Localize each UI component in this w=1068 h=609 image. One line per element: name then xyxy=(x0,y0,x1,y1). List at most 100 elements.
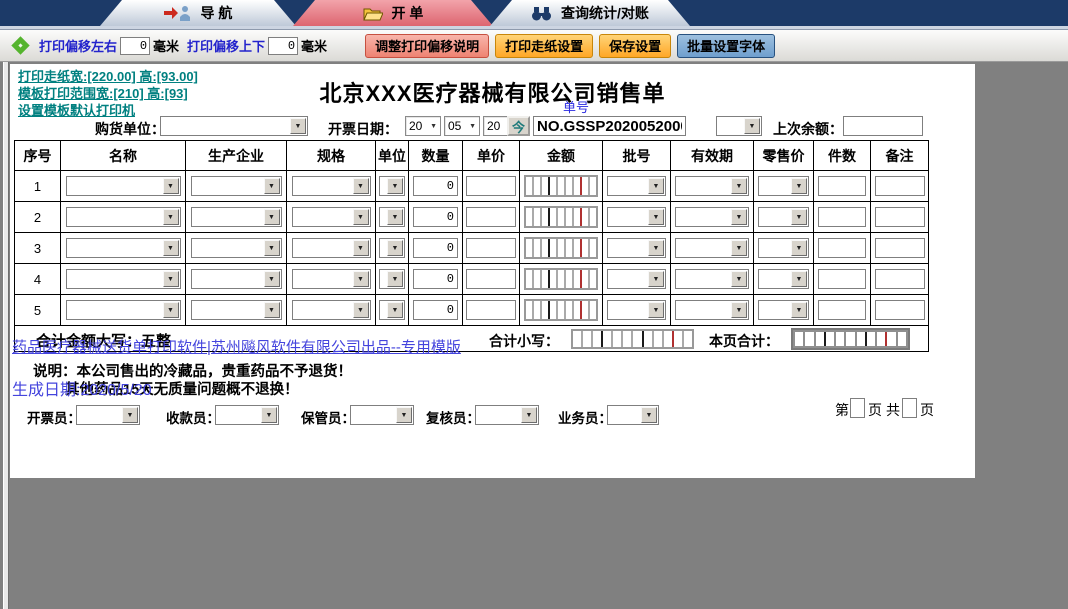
invoicer-combobox[interactable]: ▼ xyxy=(76,405,140,425)
qty-input[interactable] xyxy=(413,238,458,258)
paper-feed-settings-button[interactable]: 打印走纸设置 xyxy=(495,34,593,58)
expiry-combobox[interactable]: ▼ xyxy=(675,269,749,289)
header-combobox[interactable]: ▼ xyxy=(716,116,762,136)
unit-combobox[interactable]: ▼ xyxy=(379,238,405,258)
offset-tb-input[interactable] xyxy=(268,37,298,55)
name-combobox[interactable]: ▼ xyxy=(66,269,181,289)
retail-price-combobox[interactable]: ▼ xyxy=(758,176,809,196)
name-combobox[interactable]: ▼ xyxy=(66,207,181,227)
manufacturer-combobox[interactable]: ▼ xyxy=(191,238,282,258)
manufacturer-combobox[interactable]: ▼ xyxy=(191,300,282,320)
chevron-down-icon: ▼ xyxy=(387,240,403,256)
chevron-down-icon: ▼ xyxy=(264,209,280,225)
reviewer-combobox[interactable]: ▼ xyxy=(475,405,539,425)
spec-combobox[interactable]: ▼ xyxy=(292,176,371,196)
remark-input[interactable] xyxy=(875,176,925,196)
remark-input[interactable] xyxy=(875,207,925,227)
tab-navigation[interactable]: 导 航 xyxy=(100,0,296,26)
pieces-input[interactable] xyxy=(818,300,866,320)
total-pages-box[interactable] xyxy=(902,398,917,418)
price-input[interactable] xyxy=(466,238,516,258)
manufacturer-combobox[interactable]: ▼ xyxy=(191,176,282,196)
batch-combobox[interactable]: ▼ xyxy=(607,269,666,289)
expiry-combobox[interactable]: ▼ xyxy=(675,176,749,196)
items-table: 序号 名称 生产企业 规格 单位 数量 单价 金额 批号 有效期 零售价 件数 … xyxy=(14,140,929,352)
expiry-combobox[interactable]: ▼ xyxy=(675,207,749,227)
expiry-combobox[interactable]: ▼ xyxy=(675,238,749,258)
save-settings-button[interactable]: 保存设置 xyxy=(599,34,671,58)
unit-combobox[interactable]: ▼ xyxy=(379,300,405,320)
software-watermark-link[interactable]: 药品医疗器械送货单打印软件|苏州飚风软件有限公司出品--专用模版 xyxy=(12,336,461,357)
retail-price-combobox[interactable]: ▼ xyxy=(758,238,809,258)
batch-font-settings-button[interactable]: 批量设置字体 xyxy=(677,34,775,58)
batch-combobox[interactable]: ▼ xyxy=(607,238,666,258)
cashier-combobox[interactable]: ▼ xyxy=(215,405,279,425)
retail-price-combobox[interactable]: ▼ xyxy=(758,207,809,227)
qty-input[interactable] xyxy=(413,176,458,196)
qty-input[interactable] xyxy=(413,300,458,320)
spec-combobox[interactable]: ▼ xyxy=(292,238,371,258)
order-no-input[interactable] xyxy=(533,116,686,136)
page-prefix: 第 xyxy=(835,400,849,420)
storekeeper-combobox[interactable]: ▼ xyxy=(350,405,414,425)
price-input[interactable] xyxy=(466,176,516,196)
price-input[interactable] xyxy=(466,269,516,289)
diamond-icon xyxy=(11,36,29,54)
salesman-combobox[interactable]: ▼ xyxy=(607,405,659,425)
tab-query-stats[interactable]: 查询统计/对账 xyxy=(490,0,690,26)
name-combobox[interactable]: ▼ xyxy=(66,238,181,258)
chevron-down-icon: ▼ xyxy=(353,240,369,256)
batch-combobox[interactable]: ▼ xyxy=(607,207,666,227)
date-year-spinner[interactable]: 20▼ xyxy=(405,116,441,136)
pieces-input[interactable] xyxy=(818,207,866,227)
adjust-offset-help-button[interactable]: 调整打印偏移说明 xyxy=(365,34,489,58)
order-no-label: 单号 xyxy=(563,97,589,116)
page-suffix: 页 xyxy=(868,400,882,420)
col-retail: 零售价 xyxy=(754,141,814,171)
price-input[interactable] xyxy=(466,300,516,320)
spec-combobox[interactable]: ▼ xyxy=(292,207,371,227)
expiry-combobox[interactable]: ▼ xyxy=(675,300,749,320)
cashier-label: 收款员： xyxy=(166,407,220,427)
date-month-spinner[interactable]: 05▼ xyxy=(444,116,480,136)
batch-combobox[interactable]: ▼ xyxy=(607,176,666,196)
offset-lr-unit: 毫米 xyxy=(153,36,179,55)
pieces-input[interactable] xyxy=(818,269,866,289)
unit-combobox[interactable]: ▼ xyxy=(379,269,405,289)
name-combobox[interactable]: ▼ xyxy=(66,176,181,196)
retail-price-combobox[interactable]: ▼ xyxy=(758,300,809,320)
name-combobox[interactable]: ▼ xyxy=(66,300,181,320)
folder-icon xyxy=(363,6,383,21)
prev-balance-input[interactable] xyxy=(843,116,923,136)
offset-lr-input[interactable] xyxy=(120,37,150,55)
remark-input[interactable] xyxy=(875,300,925,320)
manufacturer-combobox[interactable]: ▼ xyxy=(191,269,282,289)
offset-lr-label: 打印偏移左右 xyxy=(39,36,117,55)
remark-input[interactable] xyxy=(875,269,925,289)
unit-combobox[interactable]: ▼ xyxy=(379,207,405,227)
date-month-value: 05 xyxy=(448,119,461,133)
pieces-input[interactable] xyxy=(818,176,866,196)
qty-input[interactable] xyxy=(413,269,458,289)
today-button[interactable]: 今 xyxy=(507,116,530,136)
page-number-box[interactable] xyxy=(850,398,865,418)
spec-combobox[interactable]: ▼ xyxy=(292,300,371,320)
chevron-down-icon: ▼ xyxy=(387,209,403,225)
chevron-down-icon: ▼ xyxy=(731,240,747,256)
chevron-down-icon: ▼ xyxy=(731,271,747,287)
unit-combobox[interactable]: ▼ xyxy=(379,176,405,196)
amount-digit-grid xyxy=(524,237,598,259)
buyer-combobox[interactable]: ▼ xyxy=(160,116,308,136)
amount-digit-grid xyxy=(524,268,598,290)
qty-input[interactable] xyxy=(413,207,458,227)
manufacturer-combobox[interactable]: ▼ xyxy=(191,207,282,227)
price-input[interactable] xyxy=(466,207,516,227)
salesman-label: 业务员： xyxy=(558,407,612,427)
batch-combobox[interactable]: ▼ xyxy=(607,300,666,320)
tab-create-order[interactable]: 开 单 xyxy=(293,0,493,26)
table-row: 3 ▼ ▼ ▼ ▼ ▼ ▼ ▼ xyxy=(15,233,929,264)
remark-input[interactable] xyxy=(875,238,925,258)
pieces-input[interactable] xyxy=(818,238,866,258)
spec-combobox[interactable]: ▼ xyxy=(292,269,371,289)
retail-price-combobox[interactable]: ▼ xyxy=(758,269,809,289)
